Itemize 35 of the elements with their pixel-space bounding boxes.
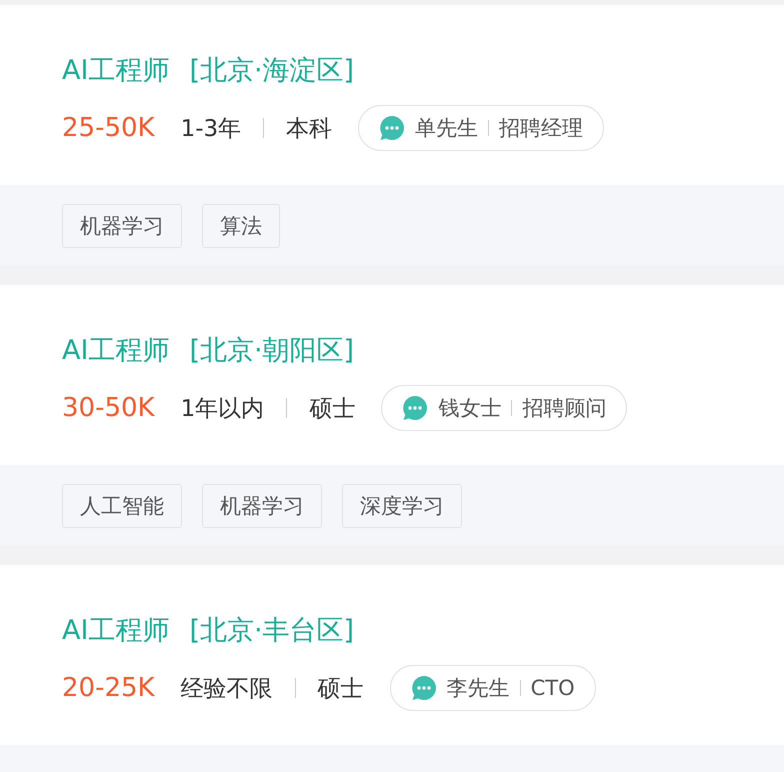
job-location: [北京·海淀区] [189, 54, 354, 88]
contact-chip[interactable]: 钱女士 招聘顾问 [381, 385, 628, 431]
recruiter-role: CTO [530, 676, 575, 700]
salary: 25-50K [62, 113, 155, 143]
chat-bubble-icon [402, 395, 428, 421]
job-title: AI工程师 [62, 334, 170, 368]
recruiter-name: 钱女士 [438, 395, 502, 422]
job-title: AI工程师 [62, 54, 170, 88]
job-card[interactable]: AI工程师 [北京·朝阳区] 30-50K 1年以内 硕士 钱女士 招聘顾问 [0, 285, 784, 465]
job-location: [北京·朝阳区] [189, 334, 354, 368]
skill-tag: 算法 [202, 204, 280, 248]
salary: 30-50K [62, 393, 155, 423]
recruiter-name: 李先生 [446, 675, 510, 702]
experience: 1-3年 [180, 114, 242, 144]
salary: 20-25K [62, 673, 155, 703]
contact-chip[interactable]: 单先生 招聘经理 [358, 105, 604, 151]
job-title: AI工程师 [62, 614, 170, 648]
chat-bubble-icon [379, 115, 406, 141]
job-card[interactable]: AI工程师 [北京·丰台区] 20-25K 经验不限 硕士 李先生 CTO [0, 565, 784, 745]
skill-tag: 人工智能 [62, 484, 182, 528]
education: 本科 [286, 114, 332, 144]
experience: 1年以内 [180, 394, 264, 424]
chat-bubble-icon [410, 675, 437, 701]
recruiter-role: 招聘经理 [499, 115, 584, 142]
contact-chip[interactable]: 李先生 CTO [390, 665, 596, 711]
skill-tag: 机器学习 [202, 484, 322, 528]
recruiter-name: 单先生 [415, 115, 478, 142]
skill-tag: 深度学习 [342, 484, 462, 528]
recruiter-role: 招聘顾问 [522, 395, 606, 422]
job-location: [北京·丰台区] [189, 614, 354, 648]
education: 硕士 [318, 674, 364, 704]
education: 硕士 [309, 394, 356, 424]
skill-tag: 机器学习 [62, 204, 182, 248]
job-card[interactable]: AI工程师 [北京·海淀区] 25-50K 1-3年 本科 单先生 招聘经理 [0, 5, 784, 185]
experience: 经验不限 [180, 674, 273, 704]
